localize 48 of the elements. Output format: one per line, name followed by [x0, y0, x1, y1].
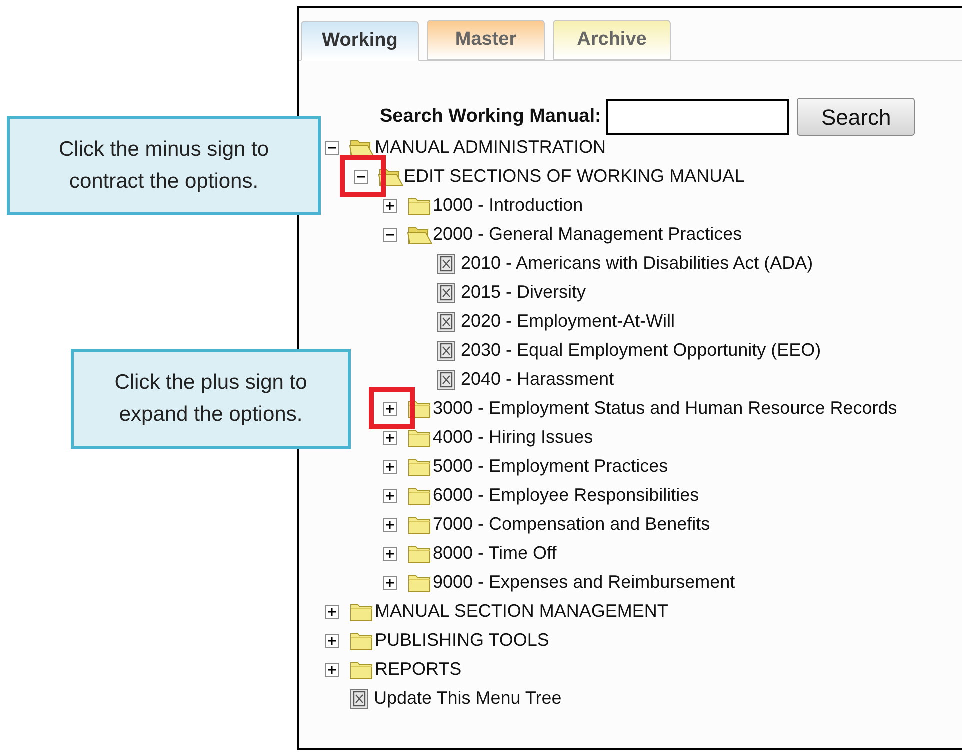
search-button[interactable]: Search [797, 98, 916, 136]
document-icon [436, 310, 458, 332]
callout: Click the minus sign to contract the options. [7, 116, 321, 215]
document-icon [436, 282, 458, 304]
tab[interactable]: Archive [553, 20, 671, 60]
tree-item[interactable]: Update This Menu Tree [374, 685, 562, 712]
tree-item[interactable]: 6000 - Employee Responsibilities [433, 482, 700, 509]
tree-item[interactable]: EDIT SECTIONS OF WORKING MANUAL [404, 163, 745, 190]
plus-icon[interactable] [383, 576, 397, 590]
tree-item[interactable]: 2000 - General Management Practices [433, 221, 742, 248]
tree-item[interactable]: 2015 - Diversity [461, 279, 586, 306]
tree-item[interactable]: 4000 - Hiring Issues [433, 424, 594, 451]
tree-item[interactable]: REPORTS [375, 656, 462, 683]
plus-icon[interactable] [383, 198, 397, 212]
tree-item[interactable]: 2040 - Harassment [461, 366, 614, 393]
tree-item[interactable]: MANUAL ADMINISTRATION [375, 134, 606, 161]
document-icon [436, 340, 458, 362]
minus-icon[interactable] [383, 228, 397, 242]
tree-item[interactable]: MANUAL SECTION MANAGEMENT [375, 598, 668, 625]
plus-icon[interactable] [325, 604, 339, 618]
tree-item[interactable]: 3000 - Employment Status and Human Resource Records [433, 395, 898, 422]
tree-item[interactable]: 8000 - Time Off [433, 540, 557, 567]
tree-item[interactable]: 5000 - Employment Practices [433, 453, 668, 480]
callout: Click the plus sign to expand the options. [71, 349, 351, 449]
tree-item[interactable]: 9000 - Expenses and Reimbursement [433, 569, 736, 596]
tree-item[interactable]: PUBLISHING TOOLS [375, 627, 550, 654]
tab[interactable]: Working [301, 21, 419, 61]
plus-icon[interactable] [383, 518, 397, 532]
tree-item[interactable]: 7000 - Compensation and Benefits [433, 511, 710, 538]
tree-item[interactable]: 2010 - Americans with Disabilities Act (ADA) [461, 250, 814, 277]
plus-icon[interactable] [383, 402, 397, 416]
plus-icon[interactable] [325, 634, 339, 648]
minus-icon[interactable] [354, 170, 368, 184]
plus-icon[interactable] [325, 662, 339, 676]
search-field[interactable] [606, 99, 790, 135]
minus-icon[interactable] [325, 140, 339, 154]
tree-item[interactable]: 2020 - Employment-At-Will [461, 308, 676, 335]
plus-icon[interactable] [383, 430, 397, 444]
document-icon [349, 688, 371, 710]
tab[interactable]: Master [427, 20, 545, 60]
document-icon [436, 368, 458, 390]
plus-icon[interactable] [383, 488, 397, 502]
plus-icon[interactable] [383, 460, 397, 474]
search-label: Search Working Manual: [380, 104, 602, 129]
document-icon [436, 252, 458, 274]
tree-item[interactable]: 2030 - Equal Employment Opportunity (EEO) [461, 337, 822, 364]
tree-item[interactable]: 1000 - Introduction [433, 192, 584, 219]
plus-icon[interactable] [383, 546, 397, 560]
